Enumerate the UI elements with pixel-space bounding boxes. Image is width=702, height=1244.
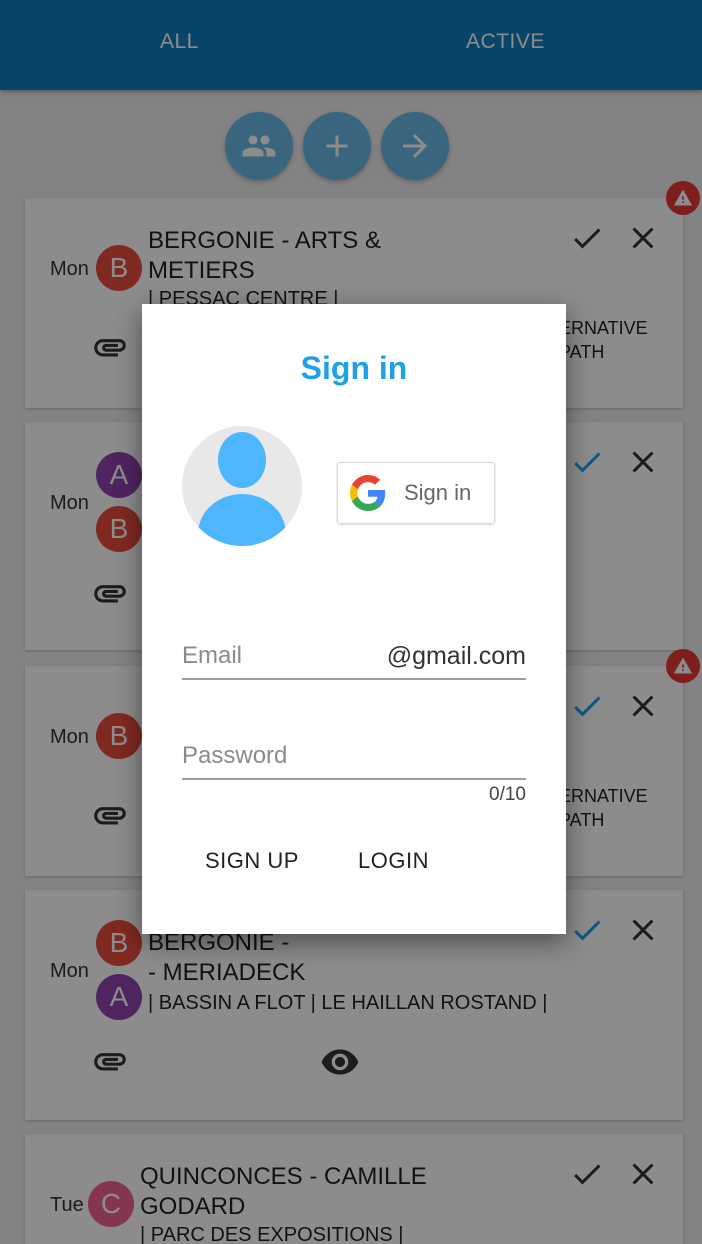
app-screen: ALL ACTIVE Mon B BERGONIE - ARTS & METIE… [0,0,702,1244]
dialog-title: Sign in [300,350,408,386]
email-suffix: @gmail.com [386,642,526,670]
sign-in-dialog: Sign in Sign in Email @gmail.com Passwor… [142,304,566,934]
password-counter: 0/10 [489,784,526,805]
person-icon [198,432,286,546]
password-field[interactable]: Password [182,738,526,780]
email-placeholder: Email [182,642,243,669]
password-placeholder: Password [182,742,288,769]
google-sign-in-button[interactable]: Sign in [337,462,495,524]
google-sign-in-label: Sign in [404,480,472,505]
google-logo-icon [350,475,386,511]
email-field[interactable]: Email @gmail.com [182,638,526,680]
login-button[interactable]: LOGIN [358,848,429,874]
sign-up-button[interactable]: SIGN UP [205,848,299,874]
profile-avatar [182,426,302,546]
